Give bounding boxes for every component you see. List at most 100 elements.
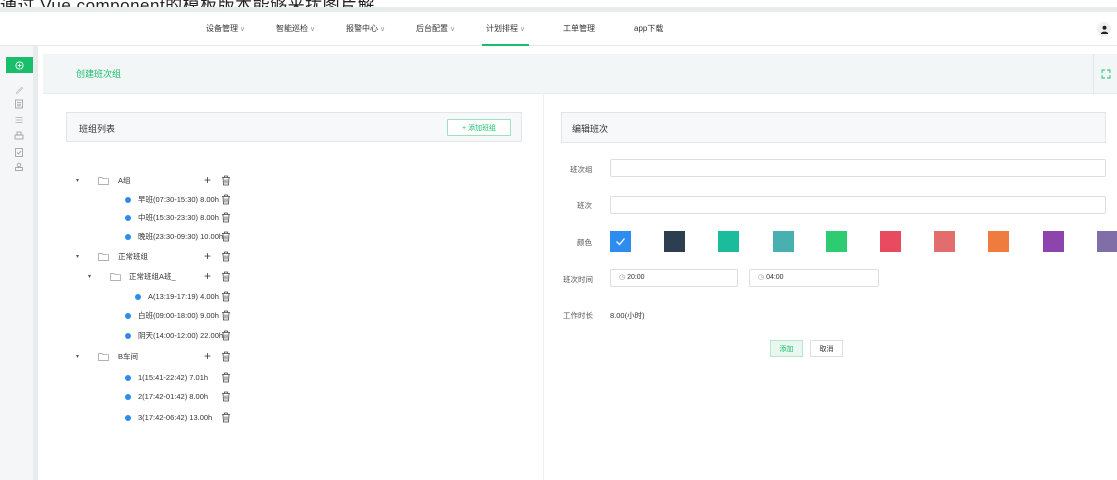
chevron-down-icon: ∨ bbox=[240, 26, 246, 33]
trash-icon[interactable] bbox=[221, 271, 231, 282]
tree-group-label: B车间 bbox=[118, 352, 139, 361]
cancel-button[interactable]: 取消 bbox=[810, 340, 843, 357]
clipboard-check-icon bbox=[15, 148, 23, 157]
caret-down-icon[interactable]: ▾ bbox=[76, 350, 79, 364]
color-swatch[interactable] bbox=[988, 231, 1009, 252]
caret-down-icon[interactable]: ▾ bbox=[76, 250, 79, 264]
chevron-down-icon: ∨ bbox=[450, 26, 456, 33]
color-swatch[interactable] bbox=[664, 231, 685, 252]
team-list-header: 班组列表 + 添加班组 bbox=[66, 112, 522, 142]
edit-shift-title: 编辑班次 bbox=[572, 124, 609, 134]
pen-icon bbox=[15, 86, 23, 94]
folder-icon bbox=[98, 177, 109, 185]
nav-item-device-management[interactable]: 设备管理 ∨ bbox=[206, 12, 245, 46]
duration-label: 工作时长 bbox=[563, 311, 593, 320]
tree-shift-label: 1(15:41-22:42) 7.01h bbox=[138, 373, 209, 382]
tree-group-row[interactable]: ▾ 正常班组A班_ + bbox=[0, 269, 240, 284]
trash-icon[interactable] bbox=[221, 330, 231, 341]
tree-shift-label: 白班(09:00-18:00) 9.00h bbox=[138, 311, 219, 320]
tree-shift-row[interactable]: 白班(09:00-18:00) 9.00h bbox=[0, 309, 240, 323]
add-button[interactable]: 添加 bbox=[770, 340, 803, 357]
end-time-input[interactable]: ◷ 04:00 bbox=[749, 269, 879, 287]
caret-down-icon[interactable]: ▾ bbox=[76, 174, 79, 188]
sidebar-item-stamp[interactable] bbox=[13, 161, 25, 173]
nav-item-alarm-center[interactable]: 报警中心 ∨ bbox=[346, 12, 385, 46]
tree-shift-label: 中班(15:30-23:30) 8.00h bbox=[138, 213, 219, 222]
trash-icon[interactable] bbox=[221, 251, 231, 262]
tree-shift-label: 阴天(14:00-12:00) 22.00h bbox=[138, 331, 224, 340]
tree-shift-label: A(13:19-17:19) 4.00h bbox=[148, 292, 219, 301]
clock-icon: ◷ bbox=[619, 274, 628, 281]
nav-item-label: 后台配置 bbox=[416, 24, 448, 33]
trash-icon[interactable] bbox=[221, 391, 231, 402]
trash-icon[interactable] bbox=[221, 291, 231, 302]
nav-item-smart-inspection[interactable]: 智能巡检 ∨ bbox=[276, 12, 315, 46]
folder-icon bbox=[98, 353, 109, 361]
add-shift-icon[interactable]: + bbox=[204, 269, 211, 283]
nav-item-backend-config[interactable]: 后台配置 ∨ bbox=[416, 12, 455, 46]
trash-icon[interactable] bbox=[221, 412, 231, 423]
sidebar-item-list[interactable] bbox=[13, 114, 25, 126]
panel-divider bbox=[543, 95, 544, 480]
color-swatch[interactable] bbox=[718, 231, 739, 252]
tree-shift-row[interactable]: A(13:19-17:19) 4.00h bbox=[0, 290, 240, 304]
add-shift-icon[interactable]: + bbox=[204, 249, 211, 263]
trash-icon[interactable] bbox=[221, 175, 231, 186]
trash-icon[interactable] bbox=[221, 351, 231, 362]
color-swatch[interactable] bbox=[1097, 231, 1117, 252]
color-swatch[interactable] bbox=[1043, 231, 1064, 252]
tree-group-row[interactable]: ▾ A组 + bbox=[0, 173, 240, 188]
user-avatar[interactable] bbox=[1097, 22, 1111, 36]
trash-icon[interactable] bbox=[221, 231, 231, 242]
trash-icon[interactable] bbox=[221, 310, 231, 321]
add-shift-icon[interactable]: + bbox=[204, 173, 211, 187]
color-swatch[interactable] bbox=[880, 231, 901, 252]
shift-label: 班次 bbox=[577, 201, 592, 210]
tree-shift-row[interactable]: 早班(07:30-15:30) 8.00h bbox=[0, 193, 240, 207]
tree-shift-row[interactable]: 3(17:42-06:42) 13.00h bbox=[0, 411, 240, 425]
tree-shift-row[interactable]: 中班(15:30-23:30) 8.00h bbox=[0, 211, 240, 225]
tree-shift-label: 2(17:42-01:42) 8.00h bbox=[138, 392, 209, 401]
sidebar-item-print[interactable] bbox=[13, 130, 25, 142]
nav-item-work-order[interactable]: 工单管理 bbox=[563, 12, 595, 46]
trash-icon[interactable] bbox=[221, 372, 231, 383]
shift-group-label: 班次组 bbox=[570, 165, 593, 174]
sidebar-item-document[interactable] bbox=[13, 98, 25, 110]
shift-dot-icon bbox=[125, 375, 131, 381]
tree-shift-label: 3(17:42-06:42) 13.00h bbox=[138, 413, 213, 422]
color-swatch[interactable] bbox=[610, 231, 631, 252]
tree-shift-row[interactable]: 1(15:41-22:42) 7.01h bbox=[0, 371, 240, 385]
tree-shift-row[interactable]: 晚班(23:30-09:30) 10.00h bbox=[0, 230, 240, 244]
start-time-input[interactable]: ◷ 20:00 bbox=[610, 269, 738, 287]
chevron-down-icon: ∨ bbox=[310, 26, 316, 33]
caret-down-icon[interactable]: ▾ bbox=[88, 270, 91, 284]
document-icon bbox=[15, 99, 23, 109]
tree-shift-row[interactable]: 2(17:42-01:42) 8.00h bbox=[0, 390, 240, 404]
end-time-value: 04:00 bbox=[766, 274, 784, 281]
nav-item-app-download[interactable]: app下载 bbox=[634, 12, 663, 46]
fullscreen-button[interactable] bbox=[1093, 54, 1117, 94]
color-swatch[interactable] bbox=[934, 231, 955, 252]
top-navbar: 设备管理 ∨ 智能巡检 ∨ 报警中心 ∨ 后台配置 ∨ 计划排程 ∨ 工单管理 app下载 bbox=[0, 12, 1117, 46]
tree-group-row[interactable]: ▾ 正常班组 + bbox=[0, 249, 240, 264]
tree-group-row[interactable]: ▾ B车间 + bbox=[0, 349, 240, 364]
shift-dot-icon bbox=[125, 394, 131, 400]
sidebar-item-edit[interactable] bbox=[13, 83, 25, 95]
sidebar-item-clipboard[interactable] bbox=[13, 146, 25, 158]
shift-dot-icon bbox=[125, 234, 131, 240]
folder-icon bbox=[110, 273, 121, 281]
trash-icon[interactable] bbox=[221, 212, 231, 223]
nav-item-label: 智能巡检 bbox=[276, 24, 308, 33]
add-shift-icon[interactable]: + bbox=[204, 349, 211, 363]
chevron-down-icon: ∨ bbox=[520, 26, 526, 33]
shift-group-input[interactable] bbox=[610, 159, 1106, 177]
add-group-button[interactable]: + 添加班组 bbox=[447, 119, 511, 136]
folder-icon-wrap bbox=[110, 270, 121, 284]
color-swatch[interactable] bbox=[826, 231, 847, 252]
sidebar-item-create[interactable] bbox=[6, 57, 33, 73]
tree-shift-row[interactable]: 阴天(14:00-12:00) 22.00h bbox=[0, 329, 240, 343]
trash-icon[interactable] bbox=[221, 194, 231, 205]
nav-item-plan-schedule[interactable]: 计划排程 ∨ bbox=[482, 12, 530, 46]
color-swatch[interactable] bbox=[773, 231, 794, 252]
shift-name-input[interactable] bbox=[610, 196, 1106, 214]
